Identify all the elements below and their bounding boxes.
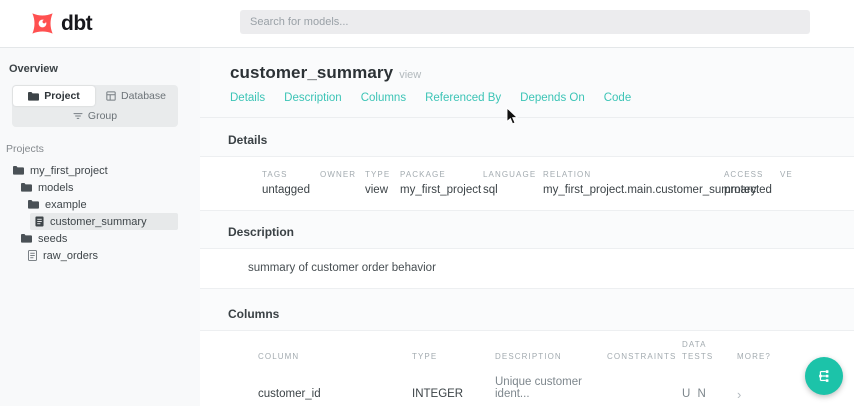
cell-description: Unique customer ident... [495, 376, 582, 400]
field-type: Type view [365, 170, 400, 197]
field-value: my_first_project.main.customer_summary [543, 184, 757, 196]
tree-item-example[interactable]: example [0, 196, 200, 213]
field-tags: Tags untagged [262, 170, 320, 197]
page-title: customer_summary [230, 63, 394, 82]
folder-icon [28, 200, 39, 209]
col-header-constraints: Constraints [607, 352, 677, 361]
tree-item-seeds[interactable]: seeds [0, 230, 200, 247]
tab-columns[interactable]: Columns [361, 92, 406, 104]
dbt-logo-text: dbt [61, 11, 93, 35]
field-value [780, 184, 854, 197]
cell-type: INTEGER [412, 388, 464, 400]
tab-code[interactable]: Code [604, 92, 632, 104]
tab-project[interactable]: Project [13, 86, 95, 106]
field-value: protected [724, 184, 772, 196]
divider [200, 117, 854, 118]
columns-table: Column Type Description Constraints Data… [200, 330, 854, 406]
tree-item-my-first-project[interactable]: my_first_project [0, 162, 200, 179]
tree-item-label: models [38, 181, 74, 194]
details-card: Tags untagged Owner Type view Package my… [200, 156, 854, 211]
field-label: Owner [320, 170, 357, 179]
field-value: view [365, 184, 389, 196]
main-content: customer_summary view Details Descriptio… [200, 48, 854, 406]
tree-item-label: my_first_project [30, 164, 108, 177]
tree-item-models[interactable]: models [0, 179, 200, 196]
col-header-column: Column [258, 352, 300, 361]
field-label: Language [483, 170, 537, 179]
field-label: Relation [543, 170, 592, 179]
field-version: Ve [780, 170, 854, 197]
field-value: my_first_project [400, 184, 482, 196]
columns-header-row: Column Type Description Constraints Data… [258, 339, 854, 369]
table-row[interactable]: customer_id INTEGER Unique customer iden… [258, 369, 854, 406]
tab-database-label: Database [121, 90, 166, 102]
field-value: sql [483, 184, 498, 196]
col-header-data-tests: Data Tests [682, 340, 714, 361]
tab-referenced-by[interactable]: Referenced By [425, 92, 501, 104]
field-label: Tags [262, 170, 288, 179]
tree-item-customer-summary[interactable]: customer_summary [30, 213, 178, 230]
folder-icon [21, 234, 32, 243]
field-value [320, 184, 365, 197]
sidebar: Overview Project Database Group Projects… [0, 48, 200, 406]
field-value: untagged [262, 184, 310, 196]
field-language: Language sql [483, 170, 543, 197]
tab-database[interactable]: Database [95, 86, 177, 106]
description-text: summary of customer order behavior [248, 262, 436, 274]
model-tabs: Details Description Columns Referenced B… [200, 92, 854, 104]
tab-description[interactable]: Description [284, 92, 342, 104]
field-label: Access [724, 170, 764, 179]
file-icon [28, 250, 37, 261]
lineage-graph-icon [816, 368, 832, 384]
tree-item-label: seeds [38, 232, 68, 245]
dbt-logo-icon [29, 10, 56, 37]
details-heading: Details [228, 133, 268, 147]
tree-item-label: example [45, 198, 87, 211]
columns-heading: Columns [228, 307, 280, 321]
folder-icon [13, 166, 24, 175]
field-label: Type [365, 170, 391, 179]
field-label: Package [400, 170, 446, 179]
database-icon [106, 91, 116, 101]
field-access: Access protected [724, 170, 780, 197]
cell-column-name: customer_id [258, 388, 321, 400]
tab-project-label: Project [44, 90, 80, 102]
tab-depends-on[interactable]: Depends On [520, 92, 585, 104]
col-header-type: Type [412, 352, 438, 361]
file-icon [35, 216, 44, 227]
view-switcher: Project Database Group [12, 85, 178, 127]
overview-link[interactable]: Overview [9, 63, 200, 75]
top-bar: dbt [0, 0, 854, 48]
tree-item-label: customer_summary [50, 215, 147, 228]
description-heading: Description [228, 225, 295, 239]
view-lineage-graph-button[interactable] [805, 357, 843, 395]
folder-icon [28, 91, 40, 101]
resource-type-badge: view [399, 69, 422, 81]
tree-item-label: raw_orders [43, 249, 99, 262]
tab-group-label: Group [87, 110, 118, 122]
tab-details[interactable]: Details [230, 92, 265, 104]
title-row: customer_summary view [200, 48, 854, 83]
field-owner: Owner [320, 170, 365, 197]
cell-constraints [607, 393, 682, 406]
field-label: Ve [780, 170, 793, 179]
dbt-logo[interactable]: dbt [29, 10, 93, 37]
project-tree: my_first_project models example customer… [0, 162, 200, 264]
field-package: Package my_first_project [400, 170, 483, 197]
filter-icon [73, 112, 83, 120]
search-input[interactable] [240, 10, 810, 34]
col-header-description: Description [495, 352, 562, 361]
projects-label: Projects [6, 143, 44, 155]
description-card: summary of customer order behavior [200, 248, 854, 289]
field-relation: Relation my_first_project.main.customer_… [543, 170, 757, 197]
folder-icon [21, 183, 32, 192]
tree-item-raw-orders[interactable]: raw_orders [0, 247, 200, 264]
tab-group[interactable]: Group [13, 106, 177, 126]
cell-data-tests: U N [682, 388, 708, 400]
